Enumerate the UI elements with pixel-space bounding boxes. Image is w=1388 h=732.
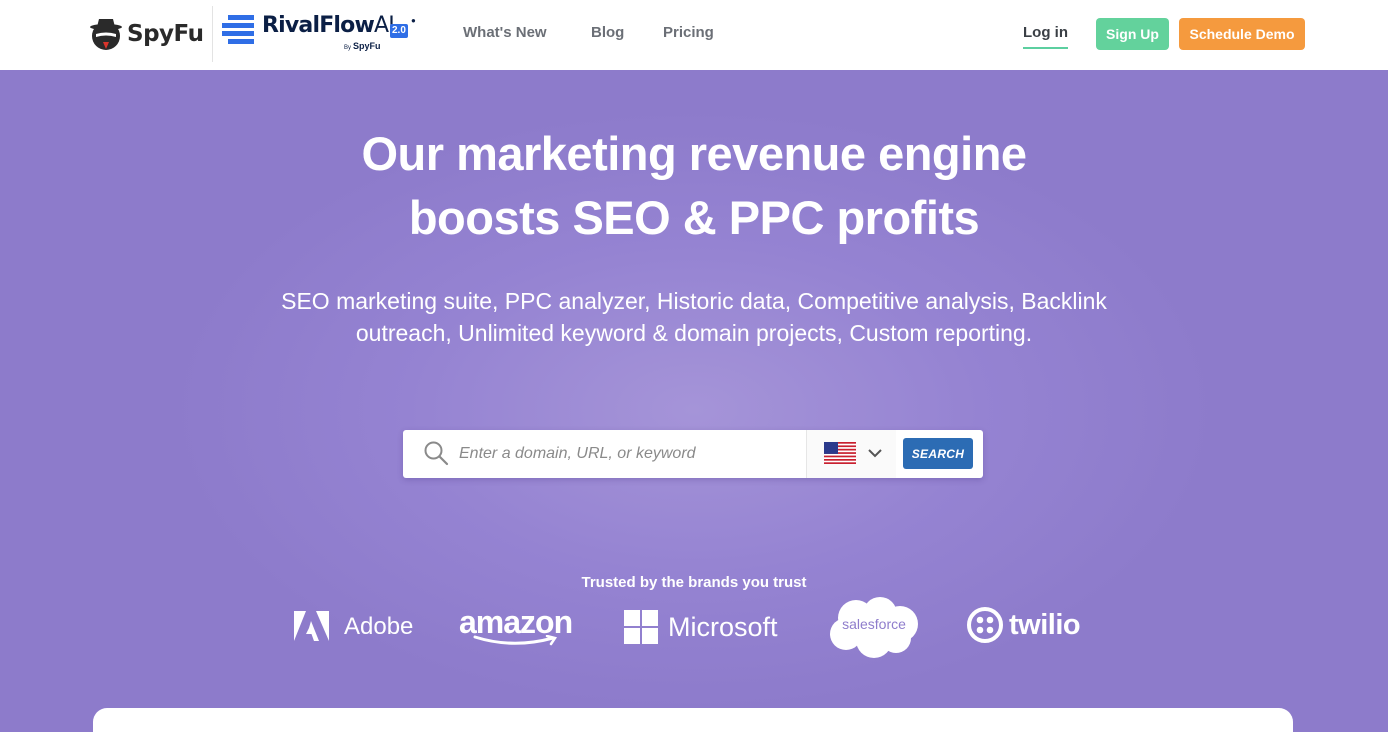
brand-adobe: Adobe [294, 610, 413, 644]
spyfu-logo[interactable]: SpyFu [88, 15, 204, 53]
search-bar: SEARCH [403, 430, 983, 478]
search-input[interactable] [459, 430, 805, 478]
search-button[interactable]: SEARCH [903, 438, 973, 469]
login-link[interactable]: Log in [1023, 24, 1068, 49]
spyfu-spy-icon [90, 19, 122, 50]
brand-adobe-label: Adobe [344, 613, 414, 640]
brand-amazon: amazon [459, 604, 573, 654]
us-flag-icon [824, 442, 856, 464]
brand-twilio-label: twilio [1009, 608, 1081, 641]
nav-whats-new[interactable]: What's New [463, 24, 547, 41]
schedule-demo-button[interactable]: Schedule Demo [1179, 18, 1305, 50]
hero-title: Our marketing revenue engine boosts SEO … [0, 122, 1388, 250]
brand-salesforce-label: salesforce [842, 616, 906, 632]
chevron-down-icon [868, 449, 882, 458]
amazon-smile-icon [473, 635, 558, 646]
brand-twilio: twilio [967, 606, 1081, 644]
trusted-heading: Trusted by the brands you trust [581, 574, 807, 591]
signup-button[interactable]: Sign Up [1096, 18, 1169, 50]
brand-microsoft-label: Microsoft [668, 611, 778, 642]
logo-divider [212, 6, 213, 62]
hero-title-line2: boosts SEO & PPC profits [408, 191, 980, 244]
registered-mark-icon: ● [411, 16, 416, 25]
rivalflow-wordmark: RivalFlowAI [262, 13, 395, 38]
brand-salesforce: salesforce [828, 596, 920, 658]
rivalflow-version-badge: 2.0 [390, 24, 408, 38]
spyfu-wordmark: SpyFu [127, 21, 204, 47]
country-select[interactable] [806, 430, 896, 478]
twilio-icon [967, 607, 1003, 643]
search-icon [424, 441, 449, 466]
adobe-logo-icon [294, 611, 329, 641]
hero-subtitle: SEO marketing suite, PPC analyzer, Histo… [281, 288, 1107, 346]
nav-pricing[interactable]: Pricing [663, 24, 714, 41]
rivalflow-stripes-icon [222, 15, 254, 44]
nav-blog[interactable]: Blog [591, 24, 624, 41]
hero-section: Our marketing revenue engine boosts SEO … [0, 70, 1388, 732]
rivalflow-by-spyfu: By SpyFu [344, 41, 381, 51]
hero-title-line1: Our marketing revenue engine [361, 127, 1027, 180]
brand-microsoft: Microsoft [624, 609, 778, 645]
content-card [93, 708, 1293, 732]
top-nav-bar: SpyFu RivalFlowAI 2.0 ● By SpyFu What's N… [0, 0, 1388, 70]
microsoft-windows-icon [624, 610, 658, 644]
